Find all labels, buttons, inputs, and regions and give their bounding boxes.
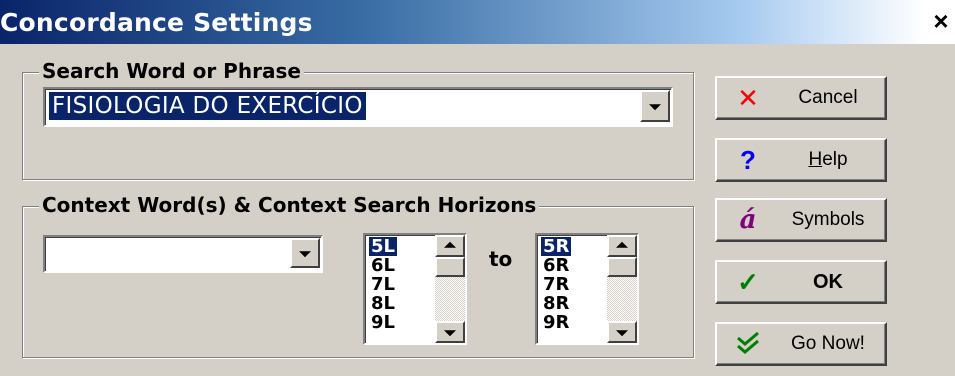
chevron-up-icon <box>444 241 456 248</box>
scroll-thumb[interactable] <box>607 257 637 277</box>
help-button-label: Help <box>777 140 879 180</box>
question-icon: ? <box>740 145 756 175</box>
left-horizon-item[interactable]: 8L <box>369 294 397 313</box>
x-icon: ✕ <box>737 83 759 113</box>
right-horizon-item[interactable]: 9R <box>541 313 571 332</box>
help-button[interactable]: ? Help <box>715 138 887 182</box>
scroll-thumb[interactable] <box>435 257 465 277</box>
context-group: Context Word(s) & Context Search Horizon… <box>22 193 694 358</box>
context-combo[interactable] <box>43 235 323 273</box>
context-dropdown-button[interactable] <box>290 238 320 268</box>
chevron-down-icon <box>444 330 456 337</box>
go-now-button[interactable]: Go Now! <box>715 322 887 366</box>
left-horizon-item[interactable]: 7L <box>369 275 397 294</box>
scroll-up-button[interactable] <box>435 235 465 257</box>
title-bar: Concordance Settings × <box>0 0 955 44</box>
chevron-down-icon <box>616 330 628 337</box>
left-horizon-scrollbar[interactable] <box>435 235 465 343</box>
chevron-down-icon <box>299 251 311 258</box>
search-input[interactable]: FISIOLOGIA DO EXERCÍCIO <box>49 92 366 120</box>
right-horizon-item[interactable]: 6R <box>541 256 571 275</box>
help-mnemonic: H <box>808 149 823 170</box>
go-now-button-label: Go Now! <box>791 333 865 354</box>
right-horizon-item[interactable]: 5R <box>541 237 572 256</box>
left-horizon-item[interactable]: 6L <box>369 256 397 275</box>
scroll-down-button[interactable] <box>607 321 637 343</box>
cancel-button-label: Cancel <box>798 87 858 108</box>
cancel-button[interactable]: ✕ Cancel <box>715 76 887 120</box>
chevron-up-icon <box>616 241 628 248</box>
right-horizon-item[interactable]: 8R <box>541 294 571 313</box>
symbols-button-label: Symbols <box>791 209 865 230</box>
to-label: to <box>489 247 513 271</box>
left-horizon-item[interactable]: 5L <box>369 237 397 256</box>
ok-button[interactable]: ✓ OK <box>715 260 887 304</box>
search-group-legend: Search Word or Phrase <box>39 59 304 83</box>
scroll-down-button[interactable] <box>435 321 465 343</box>
right-horizon-item[interactable]: 7R <box>541 275 571 294</box>
search-dropdown-button[interactable] <box>640 90 670 122</box>
scroll-up-button[interactable] <box>607 235 637 257</box>
close-button[interactable]: × <box>929 8 953 34</box>
search-group: Search Word or Phrase FISIOLOGIA DO EXER… <box>22 59 694 180</box>
help-label-rest: elp <box>822 149 848 170</box>
double-check-svg <box>737 331 759 354</box>
window-title: Concordance Settings <box>0 8 313 37</box>
ok-button-label: OK <box>813 271 843 293</box>
symbols-button[interactable]: á Symbols <box>715 198 887 242</box>
accented-a-icon: á <box>739 205 757 235</box>
checkmark-icon: ✓ <box>737 267 759 297</box>
close-icon[interactable]: × <box>933 6 948 36</box>
left-horizon-list[interactable]: 5L 6L 7L 8L 9L <box>363 233 467 345</box>
search-combo[interactable]: FISIOLOGIA DO EXERCÍCIO <box>43 87 673 127</box>
context-group-legend: Context Word(s) & Context Search Horizon… <box>39 193 540 217</box>
chevron-down-icon <box>649 104 661 111</box>
left-horizon-item[interactable]: 9L <box>369 313 397 332</box>
double-check-icon <box>735 330 761 358</box>
right-horizon-scrollbar[interactable] <box>607 235 637 343</box>
right-horizon-list[interactable]: 5R 6R 7R 8R 9R <box>535 233 639 345</box>
